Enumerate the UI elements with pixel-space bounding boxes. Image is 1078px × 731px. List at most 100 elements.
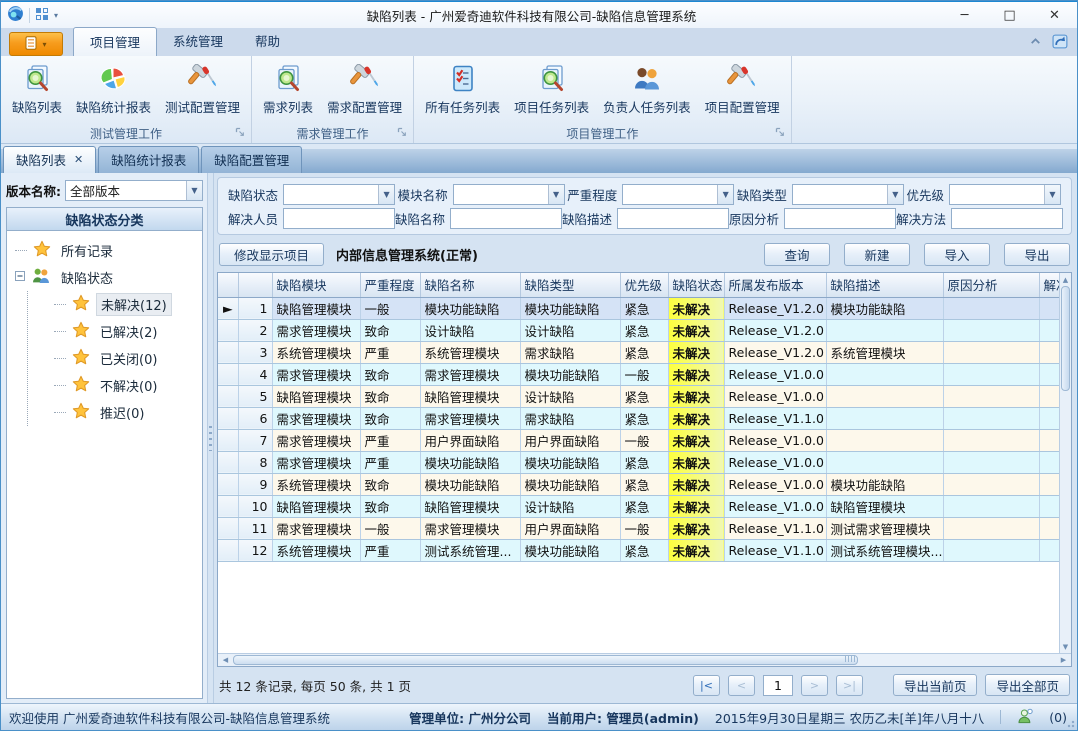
first-page-button[interactable]: |< [693,675,720,696]
grid-cell[interactable]: 紧急 [620,319,668,341]
grid-cell[interactable]: 致命 [360,319,420,341]
grid-cell[interactable] [1039,319,1059,341]
grid-cell[interactable]: Release_V1.0.0 [724,429,826,451]
row-selector-cell[interactable] [218,473,238,495]
grid-cell[interactable]: 系统管理模块 [272,473,360,495]
tree-item[interactable]: 推迟(0) [54,399,200,426]
modify-columns-button[interactable]: 修改显示项目 [219,243,324,266]
grid-cell[interactable] [943,385,1039,407]
grid-cell[interactable]: 紧急 [620,539,668,561]
grid-cell[interactable]: 设计缺陷 [520,385,620,407]
close-button[interactable]: ✕ [1032,2,1077,28]
app-menu-button[interactable]: ▾ [9,32,63,56]
prev-page-button[interactable]: < [728,675,755,696]
table-row[interactable]: 6需求管理模块致命需求管理模块需求缺陷紧急未解决Release_V1.1.0 [218,407,1059,429]
defect-status-cell[interactable]: 未解决 [668,341,724,363]
table-row[interactable]: 12系统管理模块严重测试系统管理...模块功能缺陷紧急未解决Release_V1… [218,539,1059,561]
filter-combo[interactable]: ▼ [283,184,395,205]
column-header[interactable]: 原因分析 [943,273,1039,297]
grid-cell[interactable]: 模块功能缺陷 [520,451,620,473]
tree-item[interactable]: 所有记录 [15,237,200,264]
splitter[interactable] [207,173,214,703]
row-selector-cell[interactable] [218,385,238,407]
table-row[interactable]: 4需求管理模块致命需求管理模块模块功能缺陷一般未解决Release_V1.0.0 [218,363,1059,385]
last-page-button[interactable]: >| [836,675,863,696]
grid-cell[interactable]: 一般 [620,429,668,451]
row-selector-cell[interactable] [218,341,238,363]
grid-cell[interactable]: Release_V1.0.0 [724,363,826,385]
grid-cell[interactable]: 紧急 [620,407,668,429]
grid-cell[interactable]: 缺陷管理模块 [420,385,520,407]
defect-status-cell[interactable]: 未解决 [668,407,724,429]
resize-grip-icon[interactable] [1065,718,1075,728]
grid-cell[interactable] [1039,429,1059,451]
column-header[interactable]: 解决方法 [1039,273,1059,297]
column-header[interactable]: 严重程度 [360,273,420,297]
grid-cell[interactable]: 用户界面缺陷 [520,517,620,539]
chevron-down-icon[interactable]: ▼ [887,185,903,204]
grid-cell[interactable] [1039,451,1059,473]
column-header[interactable]: 缺陷名称 [420,273,520,297]
grid-cell[interactable]: 模块功能缺陷 [520,539,620,561]
defect-status-cell[interactable]: 未解决 [668,451,724,473]
collapse-ribbon-icon[interactable] [1029,35,1042,51]
row-selector-cell[interactable] [218,319,238,341]
scroll-down-icon[interactable]: ▼ [1063,640,1068,653]
column-header[interactable]: 优先级 [620,273,668,297]
ribbon-button[interactable]: 需求配置管理 [320,58,409,118]
filter-input[interactable] [951,208,1063,229]
ribbon-tab[interactable]: 帮助 [239,27,296,56]
grid-cell[interactable] [1039,539,1059,561]
grid-cell[interactable]: 系统管理模块 [420,341,520,363]
grid-cell[interactable]: 严重 [360,539,420,561]
grid-cell[interactable]: 一般 [360,517,420,539]
document-tab[interactable]: 缺陷列表✕ [3,146,96,173]
grid-cell[interactable] [1039,297,1059,319]
ribbon-button[interactable]: 缺陷统计报表 [69,58,158,118]
help-icon[interactable] [1052,33,1069,53]
grid-cell[interactable]: 模块功能缺陷 [826,473,943,495]
filter-combo[interactable]: ▼ [453,184,565,205]
defect-status-cell[interactable]: 未解决 [668,429,724,451]
ribbon-button[interactable]: 项目任务列表 [507,58,596,118]
grid-cell[interactable]: 紧急 [620,385,668,407]
grid-cell[interactable]: Release_V1.1.0 [724,407,826,429]
grid-cell[interactable]: Release_V1.0.0 [724,385,826,407]
row-selector-cell[interactable] [218,495,238,517]
layout-grid-icon[interactable] [35,7,49,24]
grid-cell[interactable]: 模块功能缺陷 [520,473,620,495]
defect-status-cell[interactable]: 未解决 [668,363,724,385]
grid-cell[interactable]: 需求管理模块 [420,517,520,539]
grid-cell[interactable]: 需求管理模块 [272,517,360,539]
grid-cell[interactable] [826,407,943,429]
ribbon-button[interactable]: 缺陷列表 [5,58,69,118]
grid-cell[interactable] [943,297,1039,319]
table-row[interactable]: 10缺陷管理模块致命缺陷管理模块设计缺陷紧急未解决Release_V1.0.0缺… [218,495,1059,517]
table-row[interactable]: ►1缺陷管理模块一般模块功能缺陷模块功能缺陷紧急未解决Release_V1.2.… [218,297,1059,319]
defect-status-cell[interactable]: 未解决 [668,385,724,407]
grid-cell[interactable]: 需求管理模块 [272,363,360,385]
ribbon-button[interactable]: 负责人任务列表 [596,58,698,118]
chevron-down-icon[interactable]: ▼ [1044,185,1060,204]
document-tab[interactable]: 缺陷统计报表 [98,146,199,173]
table-row[interactable]: 11需求管理模块一般需求管理模块用户界面缺陷一般未解决Release_V1.1.… [218,517,1059,539]
grid-cell[interactable] [1039,385,1059,407]
row-selector-cell[interactable] [218,517,238,539]
grid-cell[interactable]: 严重 [360,451,420,473]
export-current-page-button[interactable]: 导出当前页 [893,674,978,696]
grid-cell[interactable]: 紧急 [620,297,668,319]
grid-cell[interactable]: 需求缺陷 [520,407,620,429]
grid-cell[interactable]: 缺陷管理模块 [420,495,520,517]
dialog-launcher-icon[interactable] [235,126,245,140]
export-button[interactable]: 导出 [1004,243,1070,266]
page-number-input[interactable] [763,675,793,696]
filter-combo[interactable]: ▼ [622,184,734,205]
search-button[interactable]: 查询 [764,243,830,266]
column-header[interactable]: 缺陷状态 [668,273,724,297]
ribbon-button[interactable]: 需求列表 [256,58,320,118]
ribbon-button[interactable]: 测试配置管理 [158,58,247,118]
grid-cell[interactable]: 模块功能缺陷 [420,473,520,495]
filter-combo[interactable]: ▼ [792,184,904,205]
maximize-button[interactable]: □ [987,2,1032,28]
grid-cell[interactable]: 需求管理模块 [272,319,360,341]
